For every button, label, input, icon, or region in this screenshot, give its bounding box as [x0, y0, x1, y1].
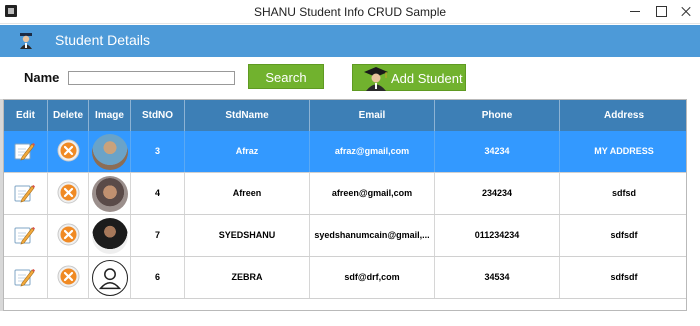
edit-icon[interactable] [13, 224, 35, 246]
window-title-bar: SHANU Student Info CRUD Sample [0, 0, 700, 24]
student-grid[interactable]: Edit Delete Image StdNO StdName Email Ph… [3, 99, 687, 311]
table-row[interactable]: 3 Afraz afraz@gmail,com 34234 MY ADDRESS [4, 131, 686, 173]
grid-header: Edit Delete Image StdNO StdName Email Ph… [4, 100, 686, 131]
window-title: SHANU Student Info CRUD Sample [253, 5, 447, 19]
phone-cell: 34534 [435, 257, 560, 298]
address-cell: sdfsdf [610, 230, 638, 240]
minimize-button[interactable] [628, 4, 642, 18]
table-row[interactable]: 6 ZEBRA sdf@drf,com 34534 sdfsdf [4, 257, 686, 299]
delete-icon[interactable] [57, 223, 80, 246]
stdno-cell: 4 [131, 173, 185, 214]
column-header-delete[interactable]: Delete [48, 100, 89, 131]
student-photo [92, 176, 128, 212]
stdname-cell: ZEBRA [185, 257, 310, 298]
column-header-stdno[interactable]: StdNO [131, 100, 185, 131]
stdname-cell: SYEDSHANU [185, 215, 310, 256]
add-student-button[interactable]: Add Student [352, 64, 466, 91]
email-cell: sdf@drf,com [310, 257, 435, 298]
page-title: Student Details [55, 32, 150, 48]
phone-cell: 34234 [435, 131, 560, 172]
table-row[interactable]: 4 Afreen afreen@gmail,com 234234 sdfsd [4, 173, 686, 215]
column-header-stdname[interactable]: StdName [185, 100, 310, 131]
student-icon [20, 33, 32, 49]
user-placeholder-icon [92, 260, 128, 296]
student-photo [92, 134, 128, 170]
column-header-image[interactable]: Image [89, 100, 131, 131]
delete-icon[interactable] [57, 139, 80, 162]
phone-cell: 011234234 [435, 215, 560, 256]
address-cell: sdfsdf [610, 272, 638, 282]
address-cell: sdfsd [611, 188, 636, 198]
search-button[interactable]: Search [248, 64, 324, 89]
column-header-email[interactable]: Email [310, 100, 435, 131]
student-photo [92, 218, 128, 254]
stdno-cell: 7 [131, 215, 185, 256]
email-cell: afraz@gmail,com [310, 131, 435, 172]
column-header-edit[interactable]: Edit [4, 100, 48, 131]
column-header-phone[interactable]: Phone [435, 100, 560, 131]
edit-icon[interactable] [13, 182, 35, 204]
stdno-cell: 3 [131, 131, 185, 172]
name-search-input[interactable] [68, 71, 235, 85]
address-cell: MY ADDRESS [594, 146, 654, 156]
delete-icon[interactable] [57, 265, 80, 288]
stdno-cell: 6 [131, 257, 185, 298]
table-row[interactable]: 7 SYEDSHANU syedshanumcain@gmail,... 011… [4, 215, 686, 257]
maximize-button[interactable] [654, 4, 668, 18]
email-cell: afreen@gmail,com [310, 173, 435, 214]
phone-cell: 234234 [435, 173, 560, 214]
close-button[interactable] [679, 4, 693, 18]
delete-icon[interactable] [57, 181, 80, 204]
name-label: Name [24, 70, 60, 85]
email-cell: syedshanumcain@gmail,... [310, 215, 435, 256]
edit-icon[interactable] [13, 266, 35, 288]
graduate-icon [364, 67, 388, 91]
edit-icon[interactable] [13, 140, 35, 162]
stdname-cell: Afreen [185, 173, 310, 214]
stdname-cell: Afraz [185, 131, 310, 172]
page-header: Student Details [0, 25, 700, 57]
add-student-label: Add Student [391, 71, 463, 86]
column-header-address[interactable]: Address [560, 100, 686, 131]
